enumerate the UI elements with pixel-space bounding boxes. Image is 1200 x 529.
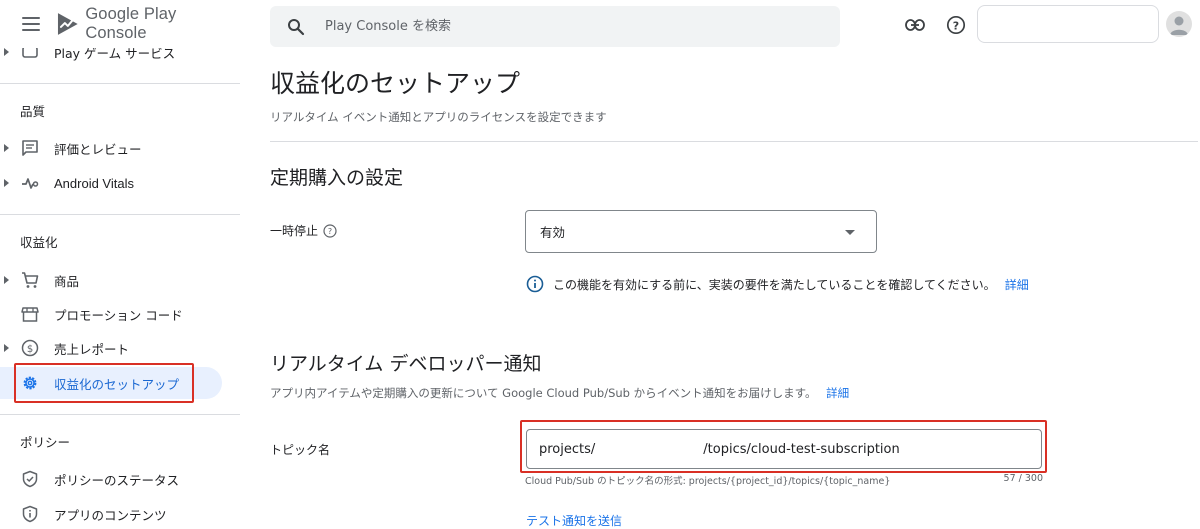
search-input[interactable] <box>323 18 803 35</box>
main-divider <box>270 141 1198 142</box>
expand-caret-icon <box>4 179 9 187</box>
topic-char-counter: 57 / 300 <box>1003 473 1043 484</box>
topic-format-hint: Cloud Pub/Sub のトピック名の形式: projects/{proje… <box>525 476 891 487</box>
expand-caret-icon <box>4 344 9 352</box>
subscription-settings-heading: 定期購入の設定 <box>270 167 404 189</box>
section-label-monetize: 収益化 <box>20 235 58 250</box>
dropdown-arrow-icon <box>845 230 855 235</box>
sidebar-divider <box>0 214 240 215</box>
sidebar-item-label: プロモーション コード <box>54 307 183 323</box>
topic-prefix: projects/ <box>539 441 596 457</box>
pause-label-text: 一時停止 <box>270 224 319 238</box>
topic-name-label: トピック名 <box>270 443 331 457</box>
search-icon <box>288 18 305 35</box>
help-circle-icon[interactable]: ? <box>323 223 337 238</box>
info-text: この機能を有効にする前に、実装の要件を満たしていることを確認してください。 <box>553 277 996 292</box>
sidebar-item-products[interactable]: 商品 <box>0 264 222 296</box>
shield-icon <box>21 470 39 488</box>
svg-text:?: ? <box>328 227 332 236</box>
expand-caret-icon <box>4 276 9 284</box>
sidebar-item-ratings-reviews[interactable]: 評価とレビュー <box>0 132 222 164</box>
sidebar-item-app-content[interactable]: アプリのコンテンツ <box>0 498 222 525</box>
store-icon <box>21 305 39 323</box>
sidebar-item-label: 評価とレビュー <box>54 141 142 157</box>
menu-icon[interactable] <box>22 17 40 31</box>
info-icon <box>526 275 544 293</box>
expand-caret-icon <box>4 144 9 152</box>
user-avatar-icon <box>1170 16 1188 35</box>
page-subtitle: リアルタイム イベント通知とアプリのライセンスを設定できます <box>270 110 607 124</box>
vitals-icon <box>21 174 39 192</box>
section-label-policy: ポリシー <box>20 435 71 450</box>
sidebar-item-sales-reports[interactable]: $ 売上レポート <box>0 332 222 364</box>
sidebar-divider <box>0 83 240 84</box>
pause-field-label: 一時停止 ? <box>270 222 337 239</box>
gear-icon <box>21 374 39 392</box>
sidebar-divider <box>0 414 240 415</box>
sidebar-item-label: ポリシーのステータス <box>54 472 180 488</box>
sidebar-item-android-vitals[interactable]: Android Vitals <box>0 167 222 199</box>
link-icon[interactable] <box>904 14 926 36</box>
help-icon[interactable]: ? <box>945 14 967 36</box>
account-selector[interactable] <box>977 5 1159 43</box>
pause-select[interactable]: 有効 <box>525 210 877 253</box>
learn-more-link[interactable]: 詳細 <box>1005 276 1029 293</box>
section-label-quality: 品質 <box>20 104 46 119</box>
sidebar-item-label: Android Vitals <box>54 175 134 191</box>
svg-text:?: ? <box>953 19 959 32</box>
sidebar-item-policy-status[interactable]: ポリシーのステータス <box>0 463 222 495</box>
sidebar-item-label: 商品 <box>54 273 80 289</box>
sidebar-item-label: アプリのコンテンツ <box>54 507 167 523</box>
cart-icon <box>21 271 39 289</box>
send-test-notification-link[interactable]: テスト通知を送信 <box>526 512 622 529</box>
rtdn-description: アプリ内アイテムや定期購入の更新について Google Cloud Pub/Su… <box>270 386 817 400</box>
pause-info-message: この機能を有効にする前に、実装の要件を満たしていることを確認してください。 詳細 <box>526 275 1029 293</box>
dollar-icon: $ <box>21 339 39 357</box>
pause-select-value: 有効 <box>540 225 566 240</box>
sidebar-item-label: 収益化のセットアップ <box>54 376 180 392</box>
search-bar[interactable] <box>270 6 840 47</box>
svg-text:$: $ <box>27 344 33 355</box>
page-title: 収益化のセットアップ <box>270 69 521 98</box>
shield-info-icon <box>21 505 39 523</box>
top-brand-bar: Google Play Console <box>0 0 240 48</box>
brand-name: Google Play Console <box>85 5 177 42</box>
play-console-logo-icon <box>57 13 78 35</box>
rtdn-description-row: アプリ内アイテムや定期購入の更新について Google Cloud Pub/Su… <box>270 385 849 401</box>
avatar[interactable] <box>1166 11 1192 37</box>
sidebar-item-label: 売上レポート <box>54 341 130 357</box>
expand-caret-icon <box>4 48 9 56</box>
sidebar-item-promo-codes[interactable]: プロモーション コード <box>0 298 222 330</box>
sidebar-item-monetization-setup[interactable]: 収益化のセットアップ <box>0 367 222 399</box>
review-icon <box>21 139 39 157</box>
rtdn-heading: リアルタイム デベロッパー通知 <box>270 353 542 375</box>
rtdn-learn-more-link[interactable]: 詳細 <box>826 386 849 400</box>
topic-suffix: /topics/cloud-test-subscription <box>703 441 900 457</box>
topic-name-input[interactable]: projects/ /topics/cloud-test-subscriptio… <box>526 429 1042 469</box>
sidebar: Play ゲーム サービス Google Play Console 品質 評価と… <box>0 0 240 525</box>
topic-helper-row: Cloud Pub/Sub のトピック名の形式: projects/{proje… <box>525 473 1043 487</box>
